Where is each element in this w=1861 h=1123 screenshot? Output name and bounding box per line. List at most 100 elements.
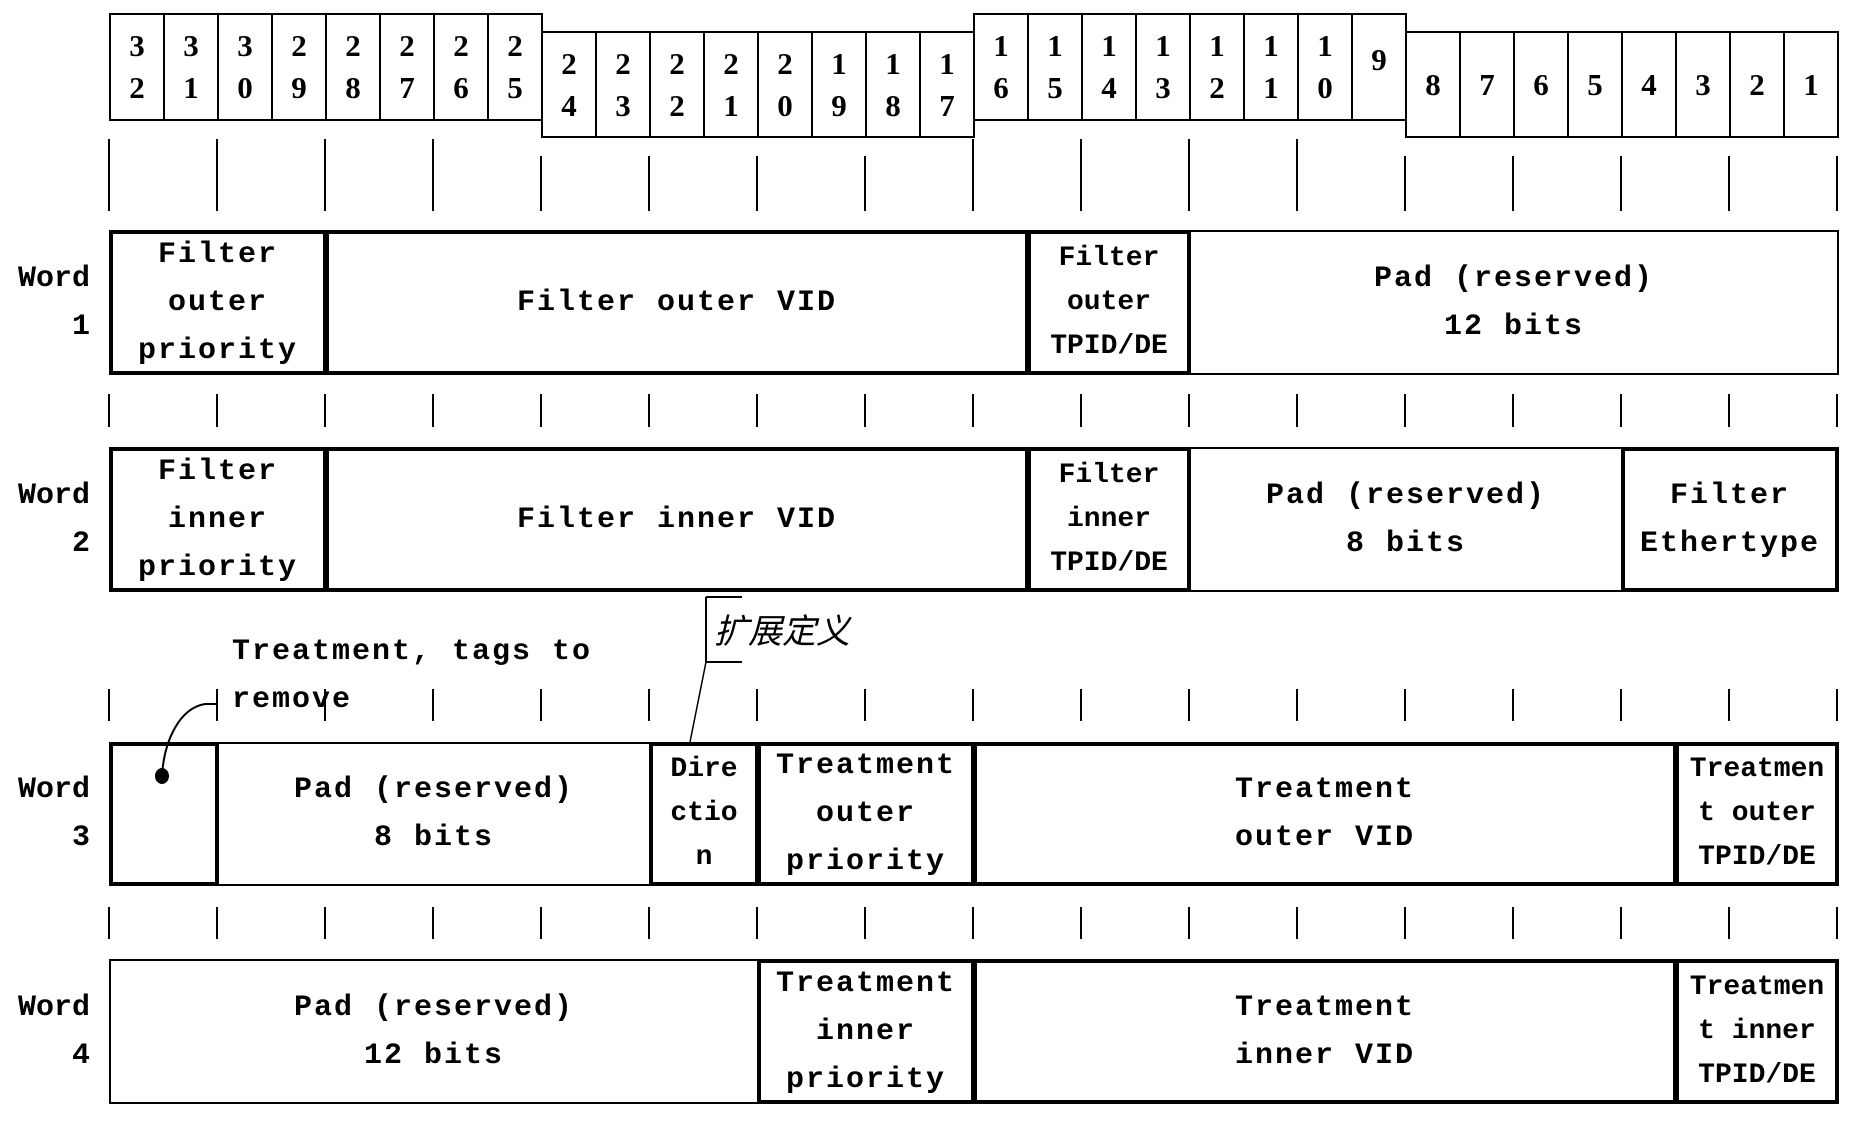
bit-number: 7 [1479, 66, 1495, 102]
field-filter-outer-priority: Filter outer priority [109, 230, 327, 375]
bit-number: 6 [1533, 66, 1549, 102]
field-label: Treatmen t inner TPID/DE [1689, 971, 1825, 1091]
bit-number-cell: 1 [1783, 31, 1839, 138]
field-treatment-outer-priority: Treatment outer priority [757, 742, 975, 886]
bit-number: 3 [1695, 66, 1711, 102]
bit-number: 5 [1587, 66, 1603, 102]
word-label: Word 1 [17, 261, 90, 344]
bit-number: 2 8 [345, 28, 361, 105]
field-pad-reserved-12: Pad (reserved) 12 bits [109, 959, 759, 1104]
bit-number: 3 0 [237, 28, 253, 105]
field-label: Treatment inner VID [1234, 990, 1416, 1073]
field-treatment-inner-vid: Treatment inner VID [973, 959, 1677, 1104]
bit-number-cell: 2 8 [325, 13, 381, 121]
bit-number: 2 9 [291, 28, 307, 105]
field-label: Filter inner VID [516, 502, 838, 537]
bit-number-cell: 5 [1567, 31, 1623, 138]
bit-number-cell: 1 3 [1135, 13, 1191, 121]
bit-number: 2 [1749, 66, 1765, 102]
bit-number-cell: 9 [1351, 13, 1407, 121]
bit-number: 8 [1425, 66, 1441, 102]
field-treatment-outer-tpid-de: Treatmen t outer TPID/DE [1675, 742, 1839, 886]
bit-number-cell: 3 [1675, 31, 1731, 138]
bit-number: 1 2 [1209, 28, 1225, 105]
bit-number: 1 6 [993, 28, 1009, 105]
field-label: Pad (reserved) 12 bits [293, 990, 575, 1073]
field-treatment-tags-to-remove [109, 742, 219, 886]
bit-number-cell: 3 0 [217, 13, 273, 121]
bit-number: 9 [1371, 42, 1387, 77]
bit-number: 1 9 [831, 45, 847, 123]
field-direction: Dire ctio n [649, 742, 759, 886]
bit-number-cell: 1 8 [865, 31, 921, 138]
bit-number-cell: 2 4 [541, 31, 597, 138]
field-treatment-inner-tpid-de: Treatmen t inner TPID/DE [1675, 959, 1839, 1104]
field-label: Treatment outer priority [775, 749, 957, 879]
bit-number-cell: 2 0 [757, 31, 813, 138]
bit-number-cell: 1 1 [1243, 13, 1299, 121]
field-label: Filter outer VID [516, 285, 838, 320]
bit-number-cell: 1 9 [811, 31, 867, 138]
field-treatment-outer-vid: Treatment outer VID [973, 742, 1677, 886]
field-label: Filter inner TPID/DE [1050, 459, 1168, 579]
extension-leader-line [689, 661, 707, 743]
bit-number: 2 1 [723, 45, 739, 123]
bit-number: 3 1 [183, 28, 199, 105]
word-label: Word 3 [17, 773, 90, 855]
bit-number: 2 2 [669, 45, 685, 123]
bit-number-cell: 3 1 [163, 13, 219, 121]
bit-number: 1 4 [1101, 28, 1117, 105]
bit-number-cell: 7 [1459, 31, 1515, 138]
bit-number: 1 5 [1047, 28, 1063, 105]
field-label: Treatment inner priority [775, 966, 957, 1097]
bit-number-cell: 1 7 [919, 31, 975, 138]
field-filter-inner-tpid-de: Filter inner TPID/DE [1027, 447, 1191, 592]
word-label: Word 2 [17, 478, 90, 561]
field-label: Treatmen t outer TPID/DE [1689, 754, 1825, 873]
annotation-extension-definition: 扩展定义 [714, 612, 850, 652]
bit-number-cell: 3 2 [109, 13, 165, 121]
bit-number-cell: 8 [1405, 31, 1461, 138]
bit-number: 1 1 [1263, 28, 1279, 105]
bit-number-cell: 2 7 [379, 13, 435, 121]
frame-format-diagram: 3 2 3 1 3 0 2 9 2 8 2 7 2 6 2 5 2 4 2 3 2 2 2 1 2 0 1… [0, 0, 1861, 1123]
bit-number: 3 2 [129, 28, 145, 105]
field-filter-outer-vid: Filter outer VID [325, 230, 1029, 375]
bit-number: 2 4 [561, 45, 577, 123]
bit-number-cell: 2 1 [703, 31, 759, 138]
field-treatment-inner-priority: Treatment inner priority [757, 959, 975, 1104]
bit-number: 1 7 [939, 45, 955, 123]
word-label: Word 4 [17, 990, 90, 1073]
bit-number-cell: 2 6 [433, 13, 489, 121]
bit-number: 1 8 [885, 45, 901, 123]
bit-number-cell: 1 0 [1297, 13, 1353, 121]
field-pad-reserved-8: Pad (reserved) 8 bits [217, 742, 651, 886]
field-label: Filter inner priority [137, 454, 299, 585]
bit-number-cell: 2 3 [595, 31, 651, 138]
field-label: Treatment outer VID [1234, 773, 1416, 855]
bit-number: 2 6 [453, 28, 469, 105]
field-filter-ethertype: Filter Ethertype [1621, 447, 1839, 592]
field-filter-inner-vid: Filter inner VID [325, 447, 1029, 592]
bit-number: 1 3 [1155, 28, 1171, 105]
bit-number: 1 0 [1317, 28, 1333, 105]
field-pad-reserved-8: Pad (reserved) 8 bits [1189, 447, 1623, 592]
bit-number-cell: 1 4 [1081, 13, 1137, 121]
bit-number-cell: 2 [1729, 31, 1785, 138]
field-label: Pad (reserved) 8 bits [293, 773, 575, 855]
field-filter-outer-tpid-de: Filter outer TPID/DE [1027, 230, 1191, 375]
bit-number: 2 0 [777, 45, 793, 123]
bit-number-cell: 2 2 [649, 31, 705, 138]
bit-number: 2 3 [615, 45, 631, 123]
bit-number-cell: 2 5 [487, 13, 543, 121]
bit-number: 1 [1803, 66, 1819, 102]
bit-number-cell: 1 5 [1027, 13, 1083, 121]
bit-number-cell: 1 6 [973, 13, 1029, 121]
field-pad-reserved-12: Pad (reserved) 12 bits [1189, 230, 1839, 375]
bit-number-cell: 1 2 [1189, 13, 1245, 121]
field-label: Filter outer TPID/DE [1050, 242, 1168, 362]
bit-number-cell: 6 [1513, 31, 1569, 138]
field-filter-inner-priority: Filter inner priority [109, 447, 327, 592]
bit-number: 4 [1641, 66, 1657, 102]
annotation-tags-to-remove: Treatment, tags to remove [232, 635, 593, 717]
